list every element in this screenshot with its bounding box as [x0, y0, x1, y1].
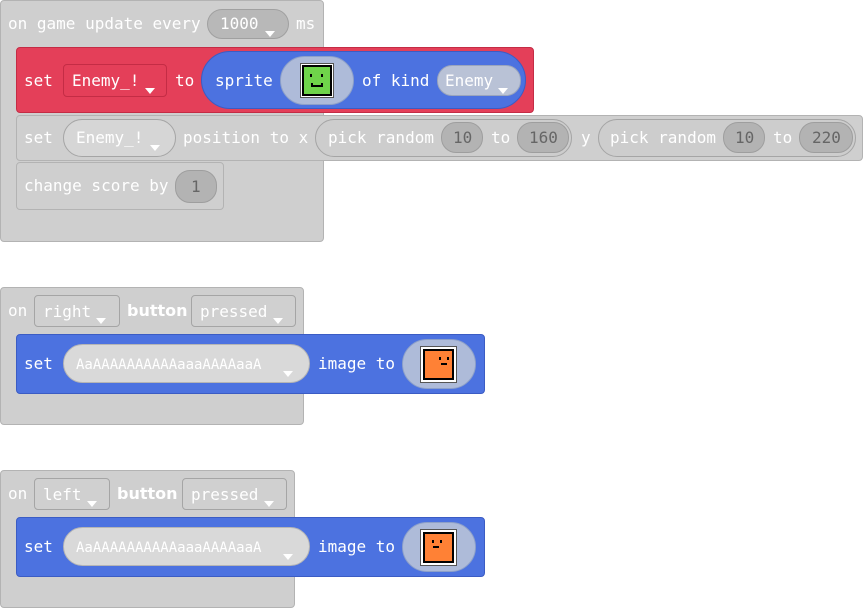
variable-name: Enemy_! [72, 71, 140, 90]
x-min-input[interactable]: 10 [441, 122, 483, 153]
variable-dropdown[interactable]: AaAAAAAAAAAAaaaAAAAaaA [63, 344, 310, 383]
interval-value: 1000 [220, 14, 259, 33]
x-max-value: 160 [529, 128, 558, 147]
orange-sprite-face-icon [420, 529, 457, 566]
button-dropdown[interactable]: right [34, 295, 120, 327]
button-label: button [117, 484, 178, 503]
variable-name: AaAAAAAAAAAAaaaAAAAaaA [76, 540, 262, 556]
state-dropdown[interactable]: pressed [182, 478, 287, 510]
button-name: right [43, 302, 92, 321]
on-label: on [8, 484, 28, 503]
y-label: y [581, 128, 591, 147]
dropdown-arrow-icon [150, 136, 160, 155]
dropdown-arrow-icon [96, 309, 106, 328]
ms-label: ms [296, 14, 316, 33]
dropdown-arrow-icon [264, 492, 274, 511]
set-label: set [24, 354, 53, 373]
y-min-input[interactable]: 10 [723, 122, 765, 153]
variable-name: Enemy_! [76, 128, 144, 147]
dropdown-arrow-icon [283, 545, 293, 564]
image-to-label: image to [318, 354, 396, 373]
x-max-input[interactable]: 160 [517, 122, 569, 153]
set-label: set [24, 537, 53, 556]
interval-dropdown[interactable]: 1000 [207, 9, 289, 39]
state-value: pressed [191, 485, 259, 504]
button-name: left [43, 485, 82, 504]
y-max-value: 220 [812, 128, 841, 147]
dropdown-arrow-icon [498, 79, 508, 98]
image-to-label: image to [318, 537, 396, 556]
score-delta-value: 1 [191, 177, 201, 196]
button-label: button [127, 301, 188, 320]
kind-dropdown[interactable]: Enemy [437, 65, 521, 96]
green-sprite-face-icon [300, 63, 334, 98]
orange-sprite-face-icon [420, 346, 457, 383]
state-value: pressed [200, 302, 268, 321]
variable-dropdown[interactable]: Enemy_! [63, 64, 167, 97]
to-label: to [491, 128, 511, 147]
position-to-x-label: position to x [183, 128, 309, 147]
variable-dropdown[interactable]: Enemy_! [63, 119, 176, 157]
kind-value: Enemy [445, 71, 494, 90]
set-label: set [24, 71, 53, 90]
to-label: to [175, 71, 195, 90]
state-dropdown[interactable]: pressed [191, 295, 296, 327]
pick-random-label: pick random [328, 128, 434, 147]
dropdown-arrow-icon [265, 22, 275, 41]
on-game-update-label: on game update every [8, 14, 201, 33]
pick-random-label: pick random [610, 128, 716, 147]
variable-dropdown[interactable]: AaAAAAAAAAAAaaaAAAAaaA [63, 527, 310, 566]
of-kind-label: of kind [362, 71, 430, 90]
dropdown-arrow-icon [273, 309, 283, 328]
to-label: to [773, 128, 793, 147]
set-label: set [24, 128, 53, 147]
variable-name: AaAAAAAAAAAAaaaAAAAaaA [76, 357, 262, 373]
y-max-input[interactable]: 220 [799, 122, 853, 153]
button-dropdown[interactable]: left [34, 478, 110, 510]
score-delta-input[interactable]: 1 [175, 170, 217, 203]
dropdown-arrow-icon [87, 492, 97, 511]
sprite-label: sprite [215, 71, 273, 90]
dropdown-arrow-icon [145, 79, 155, 98]
on-label: on [8, 301, 28, 320]
x-min-value: 10 [453, 128, 473, 147]
dropdown-arrow-icon [283, 362, 293, 381]
change-score-label: change score by [24, 176, 169, 195]
y-min-value: 10 [735, 128, 755, 147]
